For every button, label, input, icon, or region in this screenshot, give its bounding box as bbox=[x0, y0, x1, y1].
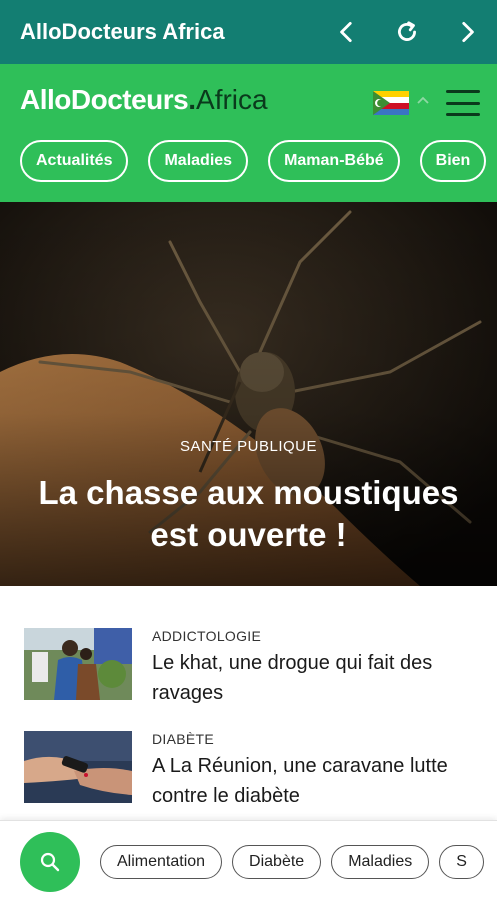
category-actualites[interactable]: Actualités bbox=[20, 140, 129, 182]
comoros-flag-icon[interactable] bbox=[373, 91, 409, 115]
tag-diabete[interactable]: Diabète bbox=[232, 845, 322, 879]
search-button[interactable] bbox=[20, 832, 80, 892]
logo-row: AlloDocteurs. Africa bbox=[0, 64, 497, 140]
back-button[interactable] bbox=[317, 0, 377, 64]
hero-category: SANTÉ PUBLIQUE bbox=[179, 438, 318, 455]
reload-icon bbox=[398, 21, 416, 41]
article-title[interactable]: A La Réunion, une caravane lutte contre … bbox=[152, 751, 484, 811]
forward-button[interactable] bbox=[437, 0, 497, 64]
article-category: DIABÈTE bbox=[152, 731, 215, 747]
article-category: ADDICTOLOGIE bbox=[152, 628, 262, 644]
article-item[interactable]: DIABÈTE A La Réunion, une caravane lutte… bbox=[24, 731, 484, 811]
reload-button[interactable] bbox=[377, 0, 437, 64]
chevron-left-icon bbox=[340, 21, 352, 43]
article-item[interactable]: ADDICTOLOGIE Le khat, une drogue qui fai… bbox=[24, 628, 484, 708]
category-maman-bebe[interactable]: Maman-Bébé bbox=[268, 140, 400, 182]
tag-maladies[interactable]: Maladies bbox=[331, 845, 430, 879]
bottom-tag-bar: Alimentation Diabète Maladies S bbox=[0, 820, 497, 900]
app-bar: AlloDocteurs Africa bbox=[0, 0, 497, 64]
chevron-up-icon[interactable] bbox=[416, 94, 430, 108]
logo-dot: . bbox=[188, 84, 197, 115]
logo-brand: AlloDocteurs bbox=[20, 84, 189, 115]
article-thumbnail bbox=[24, 628, 132, 700]
category-nav: Actualités Maladies Maman-Bébé Bien bbox=[20, 140, 487, 184]
article-thumbnail bbox=[24, 731, 132, 803]
hero-title[interactable]: La chasse aux moustiques est ouverte ! bbox=[20, 472, 477, 556]
search-icon bbox=[40, 852, 60, 872]
site-logo[interactable]: AlloDocteurs. Africa bbox=[20, 84, 268, 116]
hamburger-menu-icon[interactable] bbox=[446, 90, 480, 116]
category-bien[interactable]: Bien bbox=[419, 140, 487, 182]
logo-region: Africa bbox=[196, 84, 268, 115]
hero-article[interactable]: SANTÉ PUBLIQUE La chasse aux moustiques … bbox=[0, 202, 497, 586]
app-title: AlloDocteurs Africa bbox=[20, 19, 225, 44]
tag-partial[interactable]: S bbox=[439, 845, 484, 879]
tag-list: Alimentation Diabète Maladies S bbox=[100, 845, 484, 879]
category-maladies[interactable]: Maladies bbox=[148, 140, 249, 182]
tag-alimentation[interactable]: Alimentation bbox=[100, 845, 223, 879]
chevron-right-icon bbox=[462, 21, 474, 43]
article-title[interactable]: Le khat, une drogue qui fait des ravages bbox=[152, 648, 484, 708]
site-header: AlloDocteurs. Africa Actualités Maladies … bbox=[0, 64, 497, 202]
